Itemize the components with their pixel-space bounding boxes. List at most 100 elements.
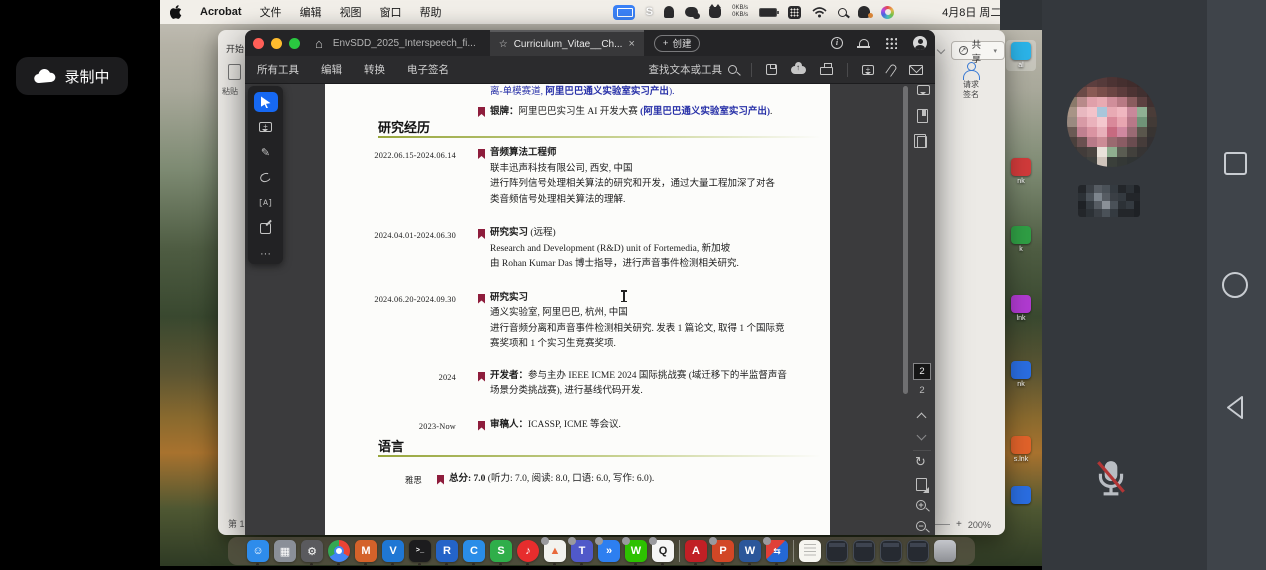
create-button[interactable]: + 创建	[654, 35, 701, 52]
apple-icon[interactable]	[170, 5, 182, 19]
desktop-icon[interactable]	[1006, 486, 1036, 506]
request-signature-button[interactable]: 请求 签名	[949, 62, 993, 99]
pages-panel-button[interactable]	[917, 136, 927, 148]
desktop-icon[interactable]: s.lnk	[1006, 436, 1036, 463]
screen-mirroring-icon[interactable]	[613, 5, 635, 20]
spotlight-search-icon[interactable]	[838, 8, 847, 17]
menu-窗口[interactable]: 窗口	[380, 4, 402, 20]
back-button[interactable]	[1222, 394, 1249, 426]
dock-acrobat[interactable]: A	[685, 540, 707, 562]
dock-netease-music[interactable]: ♪	[517, 540, 539, 562]
desktop-icon[interactable]: al	[1006, 40, 1036, 71]
ribbon-tab-start[interactable]: 开始	[226, 42, 244, 55]
battery-icon[interactable]	[759, 8, 777, 17]
info-icon[interactable]: i	[831, 37, 843, 49]
comments-panel-button[interactable]	[917, 85, 930, 95]
next-page-button[interactable]	[918, 432, 925, 439]
dock-arrow-app[interactable]: »	[598, 540, 620, 562]
page-number-input[interactable]: 2	[913, 363, 931, 380]
dock-r-app[interactable]: R	[436, 540, 458, 562]
sign-tool[interactable]	[254, 218, 278, 238]
dock-matlab[interactable]: M	[355, 540, 377, 562]
text-select-tool[interactable]: [A]	[254, 193, 278, 213]
menu-all-tools[interactable]: 所有工具	[257, 62, 299, 77]
recents-button[interactable]	[1224, 152, 1247, 175]
chat-app-icon[interactable]	[685, 7, 698, 17]
dock-qq[interactable]: Q	[652, 540, 674, 562]
zoom-in-button[interactable]: +	[956, 519, 962, 530]
menu-app-name[interactable]: Acrobat	[200, 6, 242, 18]
pdf-page[interactable]: 离-单模赛道, 阿里巴巴通义实验室实习产出). 银牌：阿里巴巴实习生 AI 开发…	[325, 84, 830, 535]
account-icon[interactable]	[913, 36, 927, 50]
menu-edit[interactable]: 编辑	[321, 62, 342, 77]
menu-编辑[interactable]: 编辑	[300, 4, 322, 20]
search-input[interactable]: 查找文本或工具	[649, 62, 738, 77]
add-comment-icon[interactable]: +	[862, 65, 874, 75]
desktop-icon[interactable]: k	[1006, 226, 1036, 253]
cloud-upload-icon[interactable]	[791, 66, 806, 74]
home-icon[interactable]: ⌂	[315, 36, 323, 51]
zoom-value[interactable]: 200%	[968, 520, 991, 530]
dock-s-app[interactable]: S	[490, 540, 512, 562]
print-icon[interactable]	[820, 67, 833, 75]
zoom-window-button[interactable]	[289, 38, 300, 49]
share-button[interactable]: ↗ 共享 ▾	[951, 41, 1005, 60]
paste-label[interactable]: 粘贴	[222, 86, 238, 97]
dock-chrome[interactable]	[328, 540, 350, 562]
input-s-icon[interactable]: S	[646, 6, 653, 18]
dock-word[interactable]: W	[739, 540, 761, 562]
microphone-muted-icon[interactable]	[1093, 459, 1129, 502]
menu-convert[interactable]: 转换	[364, 62, 385, 77]
dock-cat-app[interactable]: C	[463, 540, 485, 562]
attachment-icon[interactable]	[885, 63, 898, 77]
wifi-icon[interactable]	[812, 7, 827, 18]
dock-system-settings[interactable]: ⚙	[301, 540, 323, 562]
menu-文件[interactable]: 文件	[260, 4, 282, 20]
scrollbar-thumb[interactable]	[903, 86, 908, 394]
more-tools[interactable]: ···	[254, 244, 278, 264]
apps-grid-icon[interactable]	[885, 37, 897, 49]
ghost-app-icon[interactable]	[664, 6, 674, 18]
previous-page-button[interactable]	[918, 414, 925, 421]
zoom-out-button[interactable]: −	[916, 521, 926, 531]
cat-app-icon[interactable]	[709, 7, 721, 18]
add-comment-tool[interactable]: +	[254, 117, 278, 137]
dock-vscode[interactable]: V	[382, 540, 404, 562]
desktop-icon[interactable]: lnk	[1006, 295, 1036, 322]
dock-finder[interactable]: ☺	[247, 540, 269, 562]
dock-window-thumb[interactable]	[826, 540, 848, 562]
dock-teams[interactable]: T	[571, 540, 593, 562]
dock-terminal[interactable]: >_	[409, 540, 431, 562]
star-icon[interactable]: ☆	[499, 39, 508, 50]
tab-curriculum-vitae[interactable]: ☆ Curriculum_Vitae__Ch... ×	[490, 30, 644, 56]
fit-page-button[interactable]	[916, 478, 927, 491]
paste-icon[interactable]	[228, 64, 241, 80]
select-tool[interactable]	[254, 92, 278, 112]
bookmarks-panel-button[interactable]	[917, 109, 928, 123]
user-switch-icon[interactable]	[858, 6, 870, 18]
minimize-window-button[interactable]	[271, 38, 282, 49]
dock-window-thumb[interactable]	[853, 540, 875, 562]
desktop-icon[interactable]: nk	[1006, 158, 1036, 185]
lasso-tool[interactable]	[254, 168, 278, 188]
tab-close-icon[interactable]: ×	[628, 38, 634, 50]
dock-powerpoint[interactable]: P	[712, 540, 734, 562]
rotate-page-button[interactable]: ↻	[915, 454, 926, 470]
color-wheel-icon[interactable]	[881, 6, 894, 19]
pencil-tool[interactable]: ✎	[254, 143, 278, 163]
ribbon-collapse-chevron-icon[interactable]	[937, 46, 945, 54]
mail-icon[interactable]	[909, 65, 923, 75]
close-window-button[interactable]	[253, 38, 264, 49]
dock-trash[interactable]	[934, 540, 956, 562]
dock-todesk[interactable]: ⇆	[766, 540, 788, 562]
dock-wechat[interactable]: W	[625, 540, 647, 562]
notifications-icon[interactable]	[859, 39, 869, 48]
menu-帮助[interactable]: 帮助	[420, 4, 442, 20]
dock-mountain-app[interactable]: ▲	[544, 540, 566, 562]
dock-document-preview[interactable]	[799, 540, 821, 562]
desktop-icon[interactable]: nk	[1006, 361, 1036, 388]
dock-window-thumb[interactable]	[907, 540, 929, 562]
save-icon[interactable]	[766, 64, 777, 75]
tab-envsdd[interactable]: EnvSDD_2025_Interspeech_fi...	[333, 38, 476, 49]
menu-视图[interactable]: 视图	[340, 4, 362, 20]
